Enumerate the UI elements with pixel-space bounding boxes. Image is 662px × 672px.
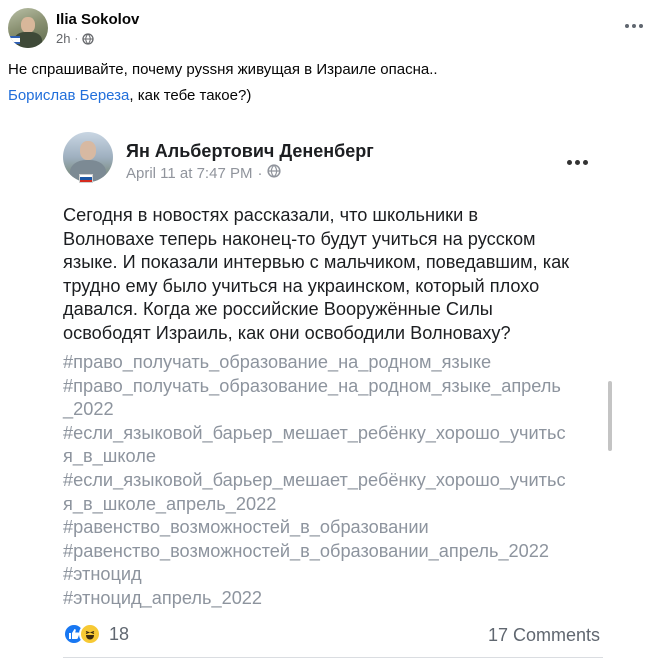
embedded-author-name: Ян Альбертович Дененберг	[126, 141, 374, 161]
text-line: трудно ему было учиться на украинском, к…	[63, 275, 540, 296]
text-line: Сегодня в новостях рассказали, что школь…	[63, 205, 478, 225]
reaction-count: 18	[109, 623, 130, 644]
hashtag-line: #равенство_возможностей_в_образовании	[63, 517, 429, 538]
russia-flag-icon	[79, 174, 93, 183]
embedded-timestamp: April 11 at 7:47 PM	[126, 164, 253, 182]
hashtag-line: _2022	[63, 399, 114, 420]
post-caption: Не спрашивайте, почему руssня живущая в …	[8, 61, 438, 78]
mention-link[interactable]: Борислав Береза	[8, 87, 129, 104]
text-line: давался. Когда же российские Вооружённые…	[63, 299, 493, 319]
embedded-meta: April 11 at 7:47 PM ·	[126, 164, 282, 182]
embedded-scrollbar	[608, 381, 612, 451]
text-line: языке. И показали интервью с мальчиком, …	[63, 252, 570, 272]
embedded-more-icon	[562, 154, 592, 170]
author-name[interactable]: Ilia Sokolov	[56, 11, 139, 28]
facebook-post: Ilia Sokolov 2h · Не спрашивайте, почему…	[0, 0, 662, 672]
caption-mention-rest: , как тебе такое?)	[129, 87, 252, 104]
hashtag-line: #этноцид_апрель_2022	[63, 587, 263, 608]
embedded-divider	[63, 657, 603, 658]
hashtag-line: #право_получать_образование_на_родном_яз…	[63, 375, 561, 396]
more-options-icon[interactable]	[620, 16, 648, 36]
hashtag-line: #этноцид	[63, 564, 142, 585]
embedded-globe-icon	[267, 164, 282, 182]
author-avatar[interactable]	[8, 8, 48, 48]
embedded-screenshot[interactable]: Ян Альбертович Дененберг April 11 at 7:4…	[52, 114, 612, 672]
hashtag-line: #если_языковой_барьер_мешает_ребёнку_хор…	[63, 422, 566, 443]
israel-flag-icon	[10, 36, 20, 44]
embedded-post-text: Сегодня в новостях рассказали, что школь…	[63, 204, 603, 345]
comments-count: 17 Comments	[487, 625, 600, 645]
post-meta: 2h ·	[56, 31, 94, 46]
hashtag-line: #равенство_возможностей_в_образовании_ап…	[63, 540, 550, 561]
text-line: Волновахе теперь наконец-то будут учитьс…	[63, 228, 536, 249]
haha-reaction-icon	[79, 623, 101, 645]
globe-icon[interactable]	[82, 32, 94, 45]
embedded-hashtags: #право_получать_образование_на_родном_яз…	[63, 351, 603, 611]
hashtag-line: #право_получать_образование_на_родном_яз…	[63, 352, 492, 372]
text-line: освободят Израиль, как они освободили Во…	[63, 322, 511, 343]
meta-separator: ·	[74, 32, 79, 45]
hashtag-line: я_в_школе_апрель_2022	[63, 493, 277, 514]
avatar-face	[21, 17, 35, 33]
embedded-separator: ·	[257, 164, 263, 182]
hashtag-line: #если_языковой_барьер_мешает_ребёнку_хор…	[63, 469, 566, 490]
post-caption-mention-line: Борислав Береза, как тебе такое?)	[8, 87, 251, 104]
post-time[interactable]: 2h	[56, 31, 70, 46]
embedded-avatar-face	[80, 141, 96, 160]
hashtag-line: я_в_школе	[63, 446, 156, 467]
embedded-reactions: 18	[63, 623, 129, 645]
